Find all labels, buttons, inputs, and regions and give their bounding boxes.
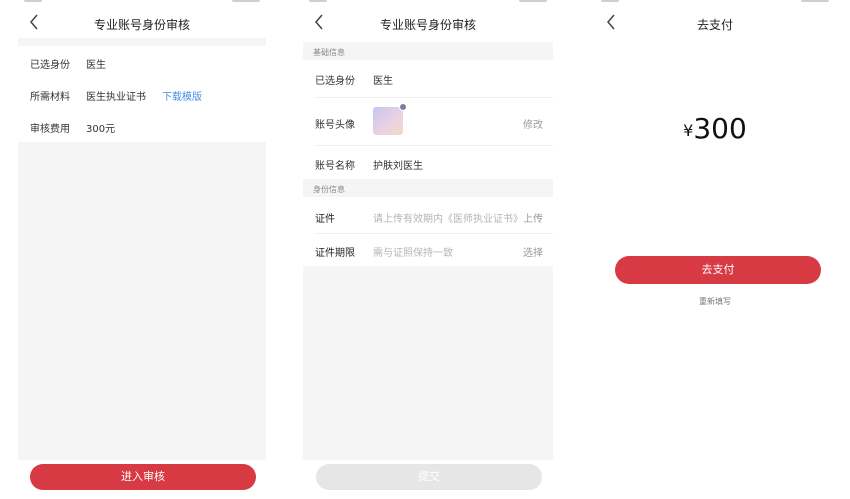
- enter-review-button[interactable]: 进入审核: [30, 464, 256, 490]
- currency-symbol: ¥: [683, 121, 694, 140]
- identity-form-screen: 专业账号身份审核 基础信息 已选身份 医生 账号头像 修改 账号名称 护肤刘医生…: [303, 0, 553, 499]
- row-value: 医生: [86, 60, 106, 71]
- edit-icon: [399, 103, 407, 111]
- certificate-period-row[interactable]: 证件期限 需与证照保持一致 选择: [303, 234, 553, 266]
- account-name-row: 账号名称 护肤刘医生: [303, 147, 553, 179]
- status-bar-fragment: [309, 0, 327, 2]
- page-title: 专业账号身份审核: [379, 18, 476, 32]
- row-label: 所需材料: [30, 92, 70, 103]
- status-bar-fragment: [232, 0, 260, 2]
- empty-area: [18, 142, 266, 460]
- payment-screen: 去支付 ¥300 去支付 重新填写: [595, 0, 835, 499]
- page-title: 去支付: [696, 18, 733, 32]
- pay-button[interactable]: 去支付: [615, 256, 821, 284]
- submit-button[interactable]: 提交: [316, 464, 542, 490]
- review-fee-row: 审核费用 300元: [18, 110, 266, 142]
- divider: [315, 97, 553, 98]
- avatar-row[interactable]: 账号头像 修改: [303, 102, 553, 142]
- status-bar-fragment: [519, 0, 547, 2]
- row-value: 300元: [86, 124, 116, 135]
- upload-link[interactable]: 上传: [523, 210, 543, 225]
- row-label: 审核费用: [30, 124, 70, 135]
- period-placeholder: 需与证照保持一致: [373, 248, 453, 259]
- section-header-identity: 身份信息: [303, 179, 553, 197]
- avatar[interactable]: [373, 103, 407, 135]
- row-value: 护肤刘医生: [373, 161, 423, 172]
- row-label: 证件期限: [315, 248, 355, 259]
- nav-bar: 专业账号身份审核: [18, 10, 266, 38]
- page-title: 专业账号身份审核: [93, 18, 190, 32]
- status-bar-fragment: [601, 0, 619, 2]
- status-bar-fragment: [801, 0, 829, 2]
- nav-bar: 去支付: [595, 10, 835, 38]
- selected-identity-row: 已选身份 医生: [303, 62, 553, 94]
- row-value: 医生执业证书: [86, 92, 146, 103]
- row-label: 证件: [315, 214, 335, 225]
- download-template-link[interactable]: 下载模版: [162, 88, 202, 103]
- row-value: 医生: [373, 76, 393, 87]
- payment-amount: ¥300: [595, 112, 835, 145]
- certificate-row[interactable]: 证件 请上传有效期内《医师执业证书》 上传: [303, 200, 553, 232]
- required-material-row: 所需材料 医生执业证书 下载模版: [18, 78, 266, 110]
- row-label: 已选身份: [315, 76, 355, 87]
- empty-area: [303, 266, 553, 460]
- refill-link[interactable]: 重新填写: [595, 296, 835, 307]
- row-label: 账号名称: [315, 161, 355, 172]
- nav-bar: 专业账号身份审核: [303, 10, 553, 38]
- divider-band: [18, 38, 266, 46]
- status-bar-fragment: [24, 0, 42, 2]
- row-label: 账号头像: [315, 120, 355, 131]
- row-label: 已选身份: [30, 60, 70, 71]
- amount-value: 300: [693, 112, 747, 145]
- select-link[interactable]: 选择: [523, 244, 543, 259]
- certificate-placeholder: 请上传有效期内《医师执业证书》: [373, 214, 523, 225]
- section-label: 身份信息: [313, 185, 345, 194]
- identity-review-screen: 专业账号身份审核 已选身份 医生 所需材料 医生执业证书 下载模版 审核费用 3…: [18, 0, 266, 499]
- section-label: 基础信息: [313, 48, 345, 57]
- section-header-basic: 基础信息: [303, 42, 553, 60]
- edit-avatar-link[interactable]: 修改: [523, 116, 543, 131]
- selected-identity-row: 已选身份 医生: [18, 46, 266, 78]
- divider: [315, 145, 553, 146]
